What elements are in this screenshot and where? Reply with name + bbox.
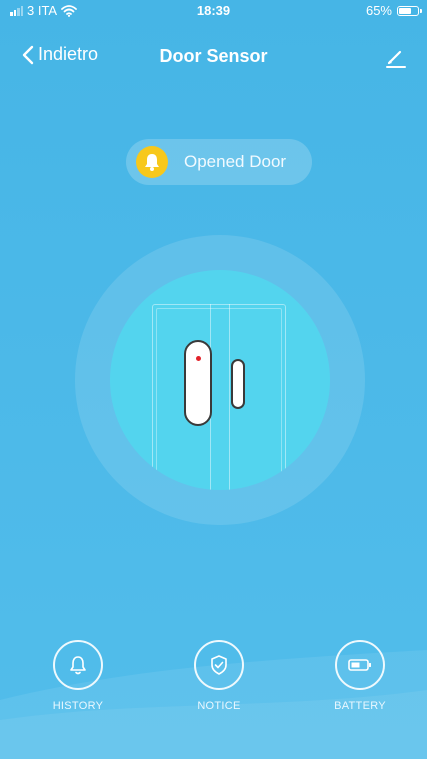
bell-icon: [136, 146, 168, 178]
page-title: Door Sensor: [159, 46, 268, 66]
notice-button[interactable]: [194, 640, 244, 690]
edit-button[interactable]: [383, 44, 409, 70]
battery-tab[interactable]: BATTERY: [315, 640, 405, 712]
navigation-bar: Indietro Door Sensor: [0, 40, 427, 74]
bell-outline-icon: [70, 656, 86, 675]
history-button[interactable]: [53, 640, 103, 690]
history-label: HISTORY: [52, 700, 104, 712]
battery-icon: [348, 659, 371, 671]
sensor-body: [184, 340, 212, 426]
battery-percent: 65%: [365, 3, 392, 18]
notice-tab[interactable]: NOTICE: [174, 640, 264, 712]
pencil-icon: [386, 50, 406, 68]
notice-label: NOTICE: [197, 700, 241, 712]
status-bar: 3 ITA 18:39 65%: [0, 0, 427, 20]
battery-status-icon: [397, 5, 422, 16]
battery-button[interactable]: [335, 640, 385, 690]
battery-label: BATTERY: [334, 700, 386, 712]
door-sensor-illustration: [110, 270, 330, 490]
door-status-label: Opened Door: [184, 152, 287, 171]
sensor-magnet: [231, 359, 245, 409]
shield-check-icon: [211, 655, 227, 675]
battery-status: 65%: [365, 3, 422, 18]
door-status-pill: Opened Door: [126, 139, 312, 185]
status-time: 18:39: [196, 3, 231, 18]
sensor-led: [196, 356, 201, 361]
battery-level-fill: [399, 7, 411, 14]
history-tab[interactable]: HISTORY: [33, 640, 123, 712]
door-gap: [210, 304, 230, 490]
